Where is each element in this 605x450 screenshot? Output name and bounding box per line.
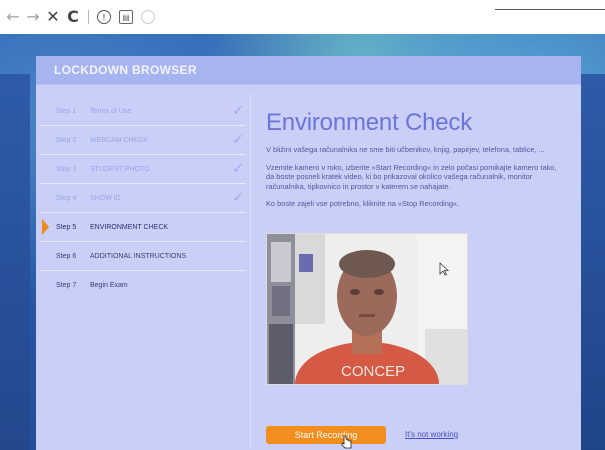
start-recording-button[interactable]: Start Recording <box>266 426 386 444</box>
checkmark-icon: ✓ <box>232 103 244 119</box>
webcam-image: CONCEP <box>267 234 467 384</box>
step-item: Step 1 Terms of Use ✓ <box>40 97 246 126</box>
step-label: ADDITIONAL INSTRUCTIONS <box>90 252 187 260</box>
forward-icon[interactable]: → <box>26 9 40 25</box>
mouse-pointer-icon <box>439 262 449 276</box>
step-number: Step 1 <box>56 107 77 115</box>
checkmark-icon: ✓ <box>232 190 244 206</box>
hand-cursor-icon <box>341 435 352 449</box>
instruction-paragraph: Vzemite kamero v roko, izberite »Start R… <box>266 162 557 191</box>
page-title: Environment Check <box>266 109 473 136</box>
reload-icon[interactable]: C <box>66 9 80 25</box>
browser-toolbar: ← → ✕ C ! ▤ <box>0 0 605 34</box>
step-label: SHOW ID <box>90 194 121 202</box>
step-item-current: Step 5 ENVIRONMENT CHECK <box>40 213 246 242</box>
app-body: Step 1 Terms of Use ✓ Step 2 WEBCAM CHEC… <box>36 85 581 450</box>
info-icon[interactable]: ! <box>97 10 111 24</box>
back-icon[interactable]: ← <box>6 9 20 25</box>
step-number: Step 6 <box>56 252 77 260</box>
instruction-paragraph: Ko boste zajeli vse potrebno, kliknite n… <box>266 199 460 209</box>
toolbar-line <box>495 9 605 10</box>
checkmark-icon: ✓ <box>232 132 244 148</box>
app-header: LOCKDOWN BROWSER <box>36 56 581 85</box>
step-item: Step 7 Begin Exam <box>40 271 246 299</box>
toolbar-divider <box>88 10 89 24</box>
step-number: Step 7 <box>56 281 77 289</box>
step-item: Step 6 ADDITIONAL INSTRUCTIONS <box>40 242 246 271</box>
instructions-panel: Environment Check V bližini vašega račun… <box>266 109 566 217</box>
close-icon[interactable]: ✕ <box>46 9 60 25</box>
app-title: LOCKDOWN BROWSER <box>54 63 197 77</box>
step-label: STUDENT PHOTO <box>90 165 150 173</box>
shirt-print-text: CONCEP <box>341 363 405 380</box>
webcam-preview: CONCEP <box>266 233 468 385</box>
settings-icon[interactable] <box>141 10 155 24</box>
step-label: ENVIRONMENT CHECK <box>90 223 169 231</box>
step-number: Step 5 <box>56 223 77 231</box>
instruction-paragraph: V bližini vašega računalnika ne sme biti… <box>266 145 545 154</box>
lockdown-window: LOCKDOWN BROWSER Step 1 Terms of Use ✓ S… <box>36 56 581 450</box>
step-item: Step 3 STUDENT PHOTO ✓ <box>40 155 246 184</box>
step-number: Step 4 <box>56 194 77 202</box>
sidebar-divider <box>250 93 251 448</box>
not-working-link[interactable]: It's not working <box>405 430 458 439</box>
step-item: Step 2 WEBCAM CHECK ✓ <box>40 126 246 155</box>
step-label: WEBCAM CHECK <box>90 136 148 144</box>
document-icon[interactable]: ▤ <box>119 10 133 24</box>
step-label: Terms of Use <box>90 107 132 115</box>
step-number: Step 2 <box>56 136 77 144</box>
checkmark-icon: ✓ <box>232 161 244 177</box>
step-number: Step 3 <box>56 165 77 173</box>
step-item: Step 4 SHOW ID ✓ <box>40 184 246 213</box>
steps-list: Step 1 Terms of Use ✓ Step 2 WEBCAM CHEC… <box>40 97 246 299</box>
background-edge-left <box>0 74 30 450</box>
step-label: Begin Exam <box>90 281 128 289</box>
